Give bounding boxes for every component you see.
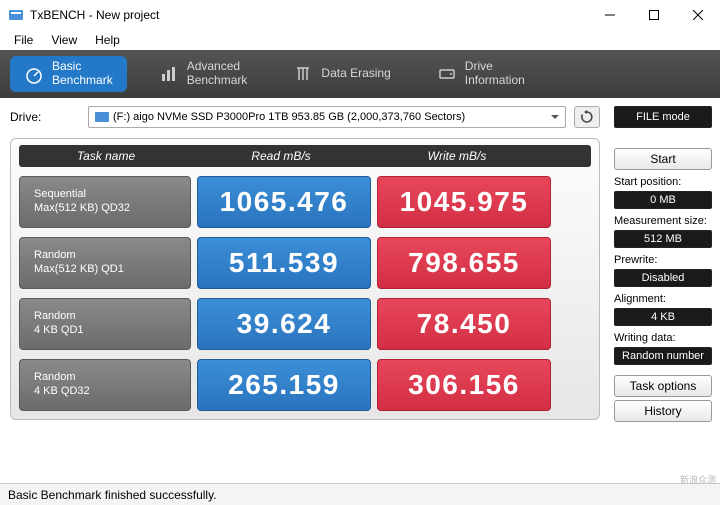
file-mode-button[interactable]: FILE mode — [614, 106, 712, 128]
tab-bar: Basic Benchmark Advanced Benchmark Data … — [0, 50, 720, 98]
task-options-button[interactable]: Task options — [614, 375, 712, 397]
menu-help[interactable]: Help — [87, 31, 128, 49]
task-name-line2: 4 KB QD1 — [34, 324, 190, 338]
status-bar: Basic Benchmark finished successfully. — [0, 483, 720, 505]
table-row: Random4 KB QD32265.159306.156 — [19, 359, 591, 411]
task-name-line1: Random — [34, 310, 190, 324]
tab-label: Data Erasing — [321, 67, 390, 81]
prewrite-value[interactable]: Disabled — [614, 269, 712, 287]
drive-label: Drive: — [10, 110, 80, 124]
task-name-cell[interactable]: SequentialMax(512 KB) QD32 — [19, 176, 191, 228]
read-value: 511.539 — [197, 237, 371, 289]
window-title: TxBENCH - New project — [30, 8, 588, 22]
table-row: Random4 KB QD139.62478.450 — [19, 298, 591, 350]
header-task: Task name — [19, 149, 193, 163]
gauge-icon — [24, 64, 44, 84]
tab-label: Drive Information — [465, 60, 525, 88]
write-value: 306.156 — [377, 359, 551, 411]
tab-label: Basic Benchmark — [52, 60, 113, 88]
menu-view[interactable]: View — [43, 31, 85, 49]
read-value: 39.624 — [197, 298, 371, 350]
measurement-size-label: Measurement size: — [614, 215, 712, 227]
task-name-cell[interactable]: RandomMax(512 KB) QD1 — [19, 237, 191, 289]
start-position-label: Start position: — [614, 176, 712, 188]
write-value: 1045.975 — [377, 176, 551, 228]
measurement-size-value[interactable]: 512 MB — [614, 230, 712, 248]
write-value: 78.450 — [377, 298, 551, 350]
title-bar: TxBENCH - New project — [0, 0, 720, 30]
start-position-value[interactable]: 0 MB — [614, 191, 712, 209]
refresh-icon — [580, 110, 594, 124]
task-name-line1: Random — [34, 371, 190, 385]
read-value: 1065.476 — [197, 176, 371, 228]
task-name-line2: Max(512 KB) QD1 — [34, 263, 190, 277]
header-read: Read mB/s — [193, 149, 369, 163]
task-name-line1: Random — [34, 249, 190, 263]
erase-icon — [293, 64, 313, 84]
write-value: 798.655 — [377, 237, 551, 289]
table-row: RandomMax(512 KB) QD1511.539798.655 — [19, 237, 591, 289]
menu-bar: File View Help — [0, 30, 720, 50]
refresh-button[interactable] — [574, 106, 600, 128]
sidebar: FILE mode Start Start position: 0 MB Mea… — [610, 98, 720, 483]
alignment-label: Alignment: — [614, 293, 712, 305]
minimize-button[interactable] — [588, 0, 632, 30]
task-name-line1: Sequential — [34, 188, 190, 202]
drive-selected-text: (F:) aigo NVMe SSD P3000Pro 1TB 953.85 G… — [113, 111, 465, 123]
benchmark-panel: Task name Read mB/s Write mB/s Sequentia… — [10, 138, 600, 420]
tab-data-erasing[interactable]: Data Erasing — [279, 50, 404, 98]
tab-drive-information[interactable]: Drive Information — [423, 50, 539, 98]
drive-select[interactable]: (F:) aigo NVMe SSD P3000Pro 1TB 953.85 G… — [88, 106, 566, 128]
table-row: SequentialMax(512 KB) QD321065.4761045.9… — [19, 176, 591, 228]
task-name-line2: Max(512 KB) QD32 — [34, 202, 190, 216]
read-value: 265.159 — [197, 359, 371, 411]
close-button[interactable] — [676, 0, 720, 30]
task-name-cell[interactable]: Random4 KB QD32 — [19, 359, 191, 411]
tab-label: Advanced Benchmark — [187, 60, 248, 88]
history-button[interactable]: History — [614, 400, 712, 422]
task-name-cell[interactable]: Random4 KB QD1 — [19, 298, 191, 350]
tab-advanced-benchmark[interactable]: Advanced Benchmark — [145, 50, 262, 98]
watermark: 新浪众测 — [680, 476, 716, 485]
table-header: Task name Read mB/s Write mB/s — [19, 145, 591, 167]
header-write: Write mB/s — [369, 149, 545, 163]
menu-file[interactable]: File — [6, 31, 41, 49]
tab-basic-benchmark[interactable]: Basic Benchmark — [10, 56, 127, 92]
disk-icon — [95, 112, 109, 122]
task-name-line2: 4 KB QD32 — [34, 385, 190, 399]
writing-data-value[interactable]: Random number — [614, 347, 712, 365]
app-icon — [8, 7, 24, 23]
status-text: Basic Benchmark finished successfully. — [8, 488, 217, 502]
drive-icon — [437, 64, 457, 84]
prewrite-label: Prewrite: — [614, 254, 712, 266]
writing-data-label: Writing data: — [614, 332, 712, 344]
bars-icon — [159, 64, 179, 84]
alignment-value[interactable]: 4 KB — [614, 308, 712, 326]
start-button[interactable]: Start — [614, 148, 712, 170]
maximize-button[interactable] — [632, 0, 676, 30]
